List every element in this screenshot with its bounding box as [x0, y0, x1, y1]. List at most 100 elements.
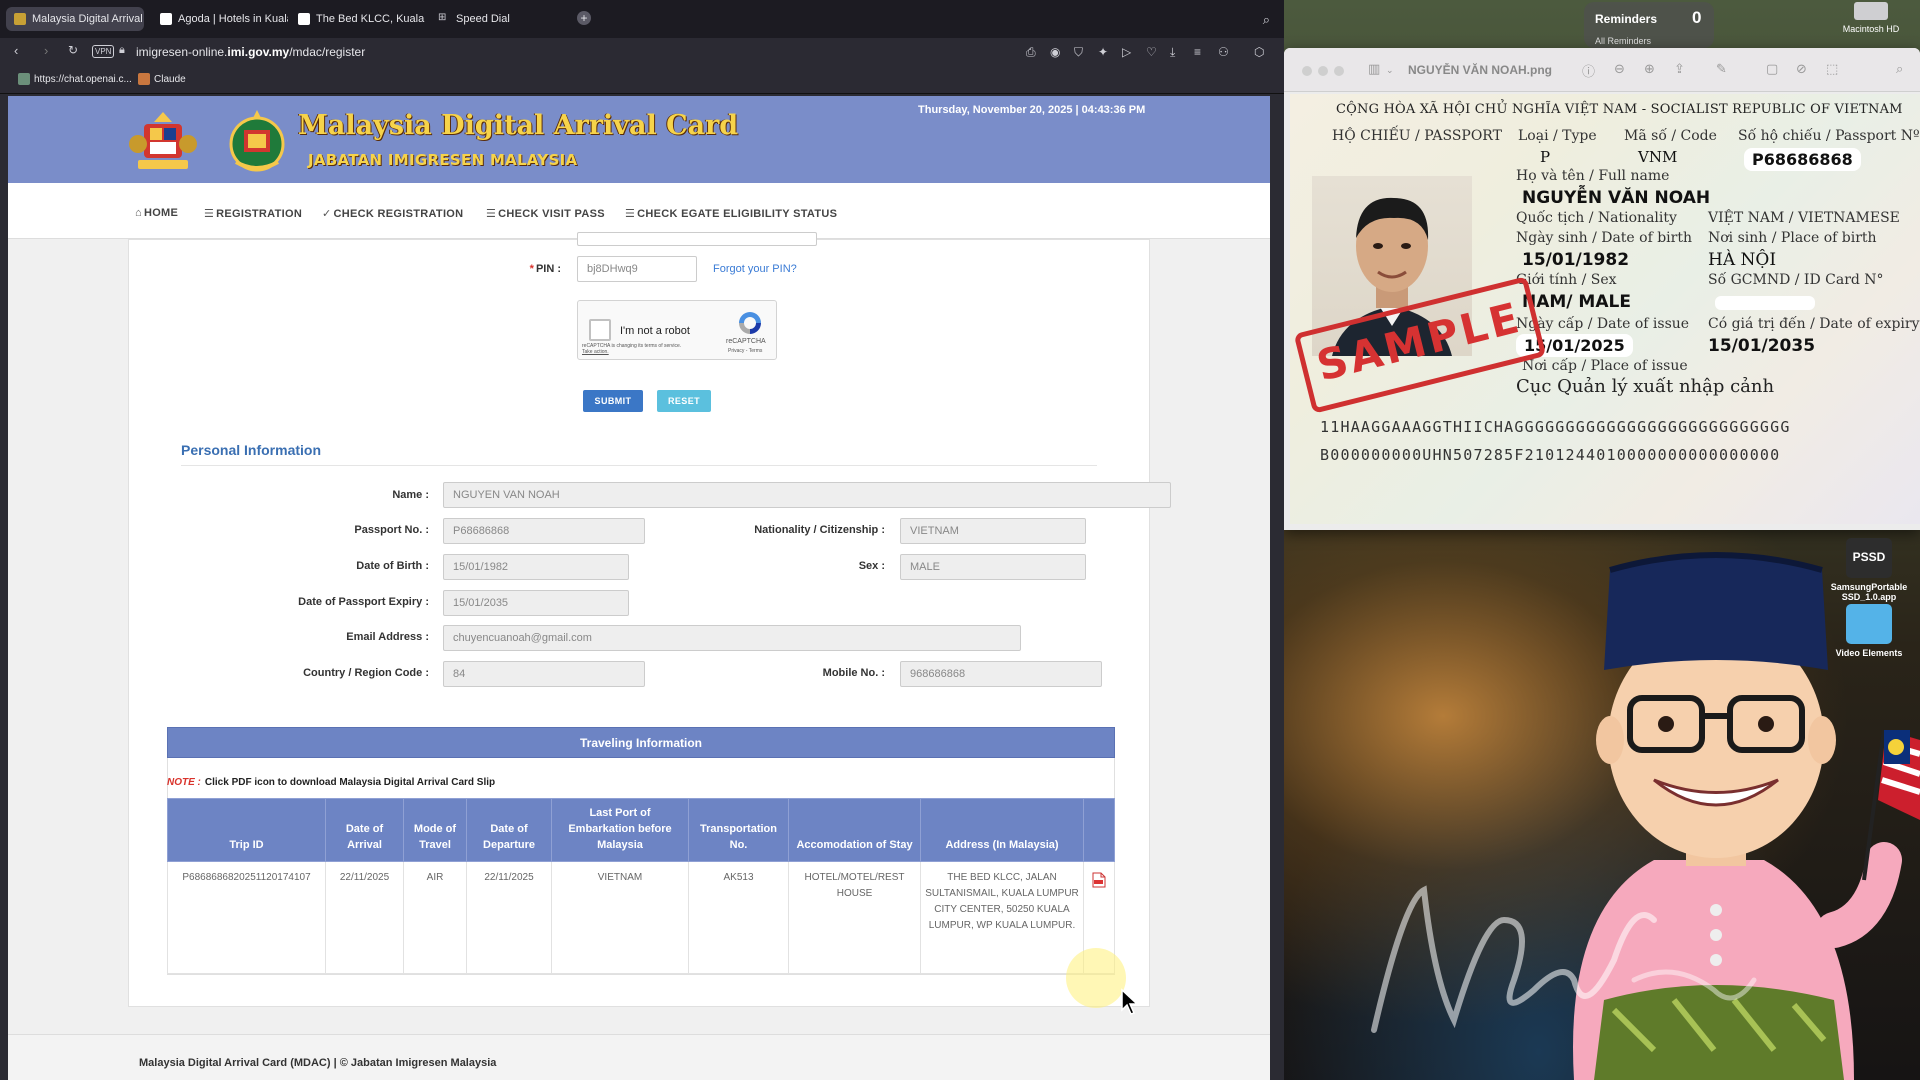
search-icon[interactable]: ⌕ [1896, 61, 1903, 77]
chevron-down-icon[interactable]: ⌄ [1386, 65, 1394, 76]
site-title: Malaysia Digital Arrival Card [298, 110, 739, 141]
play-icon[interactable]: ▷ [1122, 45, 1131, 59]
new-tab-button[interactable]: + [577, 11, 591, 25]
shield-icon[interactable]: ⛉ [1074, 45, 1083, 60]
tab-search-icon[interactable]: ⌕ [1263, 12, 1270, 28]
menu-icon[interactable]: ≡ [1194, 45, 1201, 59]
zoom-in-icon[interactable]: ⊕ [1644, 61, 1655, 77]
nav-home[interactable]: ⌂ HOME [135, 207, 178, 219]
sidebar-toggle-icon[interactable]: ▥ [1368, 61, 1380, 77]
nationality-field[interactable]: VIETNAM [900, 518, 1086, 544]
table-row: P6868686820251120174107 22/11/2025 AIR 2… [167, 861, 1115, 974]
passport-header: CỘNG HÒA XÃ HỘI CHỦ NGHĨA VIỆT NAM - SOC… [1336, 102, 1903, 117]
forward-icon[interactable]: › [44, 43, 48, 58]
recaptcha-privacy-links[interactable]: Privacy - Terms [728, 348, 762, 354]
heart-icon[interactable]: ♡ [1146, 45, 1157, 59]
site-nav: ⌂ HOME ☰ REGISTRATION ✓ CHECK REGISTRATION … [8, 183, 1270, 239]
cell-accommodation: HOTEL/MOTEL/REST HOUSE [788, 861, 921, 974]
mdac-favicon-icon [14, 13, 26, 25]
passport-nationality: VIỆT NAM / VIETNAMESE [1708, 210, 1900, 226]
nav-registration[interactable]: ☰ REGISTRATION [204, 207, 302, 220]
col-last-port: Last Port of Embarkation before Malaysia [551, 798, 689, 862]
col-trip-id: Trip ID [167, 798, 326, 862]
box-icon[interactable]: ⬡ [1254, 45, 1264, 59]
passport-field[interactable]: P68686868 [443, 518, 645, 544]
download-icon[interactable]: ⤓ [1170, 45, 1175, 60]
pdf-download-icon[interactable] [1092, 872, 1106, 888]
dob-field[interactable]: 15/01/1982 [443, 554, 629, 580]
mobile-field[interactable]: 968686868 [900, 661, 1102, 687]
email-field[interactable]: chuyencuanoah@gmail.com [443, 625, 1021, 651]
bookmark-claude[interactable]: Claude [138, 73, 186, 85]
bookmark-chatgpt[interactable]: https://chat.openai.c... [18, 73, 132, 85]
tab-speed-dial[interactable]: ⊞ Speed Dial [430, 7, 540, 31]
share-icon[interactable]: ⇪ [1674, 61, 1685, 77]
zoom-out-icon[interactable]: ⊖ [1614, 61, 1625, 77]
macintosh-hd-icon[interactable]: Macintosh HD [1828, 0, 1914, 36]
nav-check-registration[interactable]: ✓ CHECK REGISTRATION [322, 207, 463, 220]
tab-bar: Malaysia Digital Arrival C Agoda | Hotel… [0, 0, 1284, 38]
passport-image: CỘNG HÒA XÃ HỘI CHỦ NGHĨA VIỆT NAM - SOC… [1290, 94, 1920, 524]
address-bar[interactable]: VPN 🔒︎ imigresen-online.imi.gov.my/mdac/… [92, 42, 992, 62]
id-card-label: Số GCMND / ID Card N° [1708, 272, 1884, 288]
cell-port: VIETNAM [551, 861, 689, 974]
expiry-field[interactable]: 15/01/2035 [443, 590, 629, 616]
pin-input[interactable]: bj8DHwq9 [577, 256, 697, 282]
reminders-widget[interactable]: Reminders 0 All Reminders [1584, 2, 1714, 48]
profile-icon[interactable]: ⚇ [1218, 45, 1229, 59]
info-icon[interactable]: ⓘ [1582, 61, 1595, 80]
crop-icon[interactable]: ⬚ [1826, 61, 1838, 77]
passport-expiry: 15/01/2035 [1708, 336, 1816, 356]
extension-icon[interactable]: ✦ [1098, 45, 1108, 59]
passport-dob: 15/01/1982 [1522, 250, 1630, 270]
minimize-window-icon[interactable] [1318, 66, 1328, 76]
close-window-icon[interactable] [1302, 66, 1312, 76]
nationality-label: Nationality / Citizenship : [754, 524, 885, 536]
lock-icon[interactable]: 🔒︎ [119, 44, 125, 57]
tab-agoda[interactable]: Agoda | Hotels in Kuala L [152, 7, 288, 31]
col-date-of-departure: Date of Departure [466, 798, 552, 862]
reminders-count: 0 [1692, 8, 1702, 27]
signature-watermark-image [1371, 885, 1757, 1033]
highlight-icon[interactable]: ⊘ [1796, 61, 1807, 77]
nav-check-egate[interactable]: ☰ CHECK EGATE ELIGIBILITY STATUS [625, 207, 837, 220]
tab-the-bed-klcc[interactable]: The Bed KLCC, Kuala Lu [290, 7, 426, 31]
chatgpt-icon [18, 73, 30, 85]
markup-icon[interactable]: ✎ [1716, 61, 1727, 77]
recaptcha-checkbox[interactable] [589, 319, 611, 341]
preview-toolbar: ▥ ⌄ NGUYỄN VĂN NOAH.png ⓘ ⊖ ⊕ ⇪ ✎ ▢ ⊘ ⬚ … [1284, 48, 1920, 92]
agoda-favicon-icon [160, 13, 172, 25]
list-icon: ☰ [486, 208, 497, 220]
passport-place-issue: Cục Quản lý xuất nhập cảnh [1516, 376, 1775, 397]
vpn-badge[interactable]: VPN [92, 45, 115, 58]
tab-mdac[interactable]: Malaysia Digital Arrival C [6, 7, 144, 31]
pin-label: * PIN : [529, 263, 561, 275]
country-code-field[interactable]: 84 [443, 661, 645, 687]
reload-icon[interactable]: ↻ [68, 43, 78, 57]
nav-check-visit-pass[interactable]: ☰ CHECK VISIT PASS [486, 207, 605, 220]
number-label: Số hộ chiếu / Passport Nº [1738, 128, 1920, 144]
share-icon[interactable]: ⎙ [1026, 45, 1036, 60]
recaptcha-take-action-link[interactable]: Take action. [582, 349, 609, 355]
submit-button[interactable]: SUBMIT [583, 390, 643, 412]
speed-dial-icon: ⊞ [438, 12, 447, 23]
security-field-partial[interactable] [577, 232, 817, 246]
rotate-icon[interactable]: ▢ [1766, 61, 1778, 77]
col-date-of-arrival: Date of Arrival [325, 798, 404, 862]
camera-icon[interactable]: ◉ [1050, 45, 1060, 59]
registration-form: * PIN : bj8DHwq9 Forgot your PIN? I'm not… [128, 232, 1171, 1007]
country-code-label: Country / Region Code : [303, 667, 429, 679]
sex-field[interactable]: MALE [900, 554, 1086, 580]
pdf-note: NOTE : Click PDF icon to download Malaysi… [167, 777, 496, 788]
recaptcha-logo-icon [739, 312, 761, 334]
name-field[interactable]: NGUYEN VAN NOAH [443, 482, 1171, 508]
zoom-window-icon[interactable] [1334, 66, 1344, 76]
malaysia-coat-of-arms-icon [129, 112, 197, 169]
code-label: Mã số / Code [1624, 128, 1717, 144]
col-pdf [1083, 798, 1115, 862]
site-footer: Malaysia Digital Arrival Card (MDAC) | ©… [8, 1034, 1270, 1080]
forgot-pin-link[interactable]: Forgot your PIN? [713, 263, 797, 275]
reset-button[interactable]: RESET [657, 390, 711, 412]
url-path: /mdac/register [289, 45, 366, 59]
back-icon[interactable]: ‹ [14, 43, 18, 58]
